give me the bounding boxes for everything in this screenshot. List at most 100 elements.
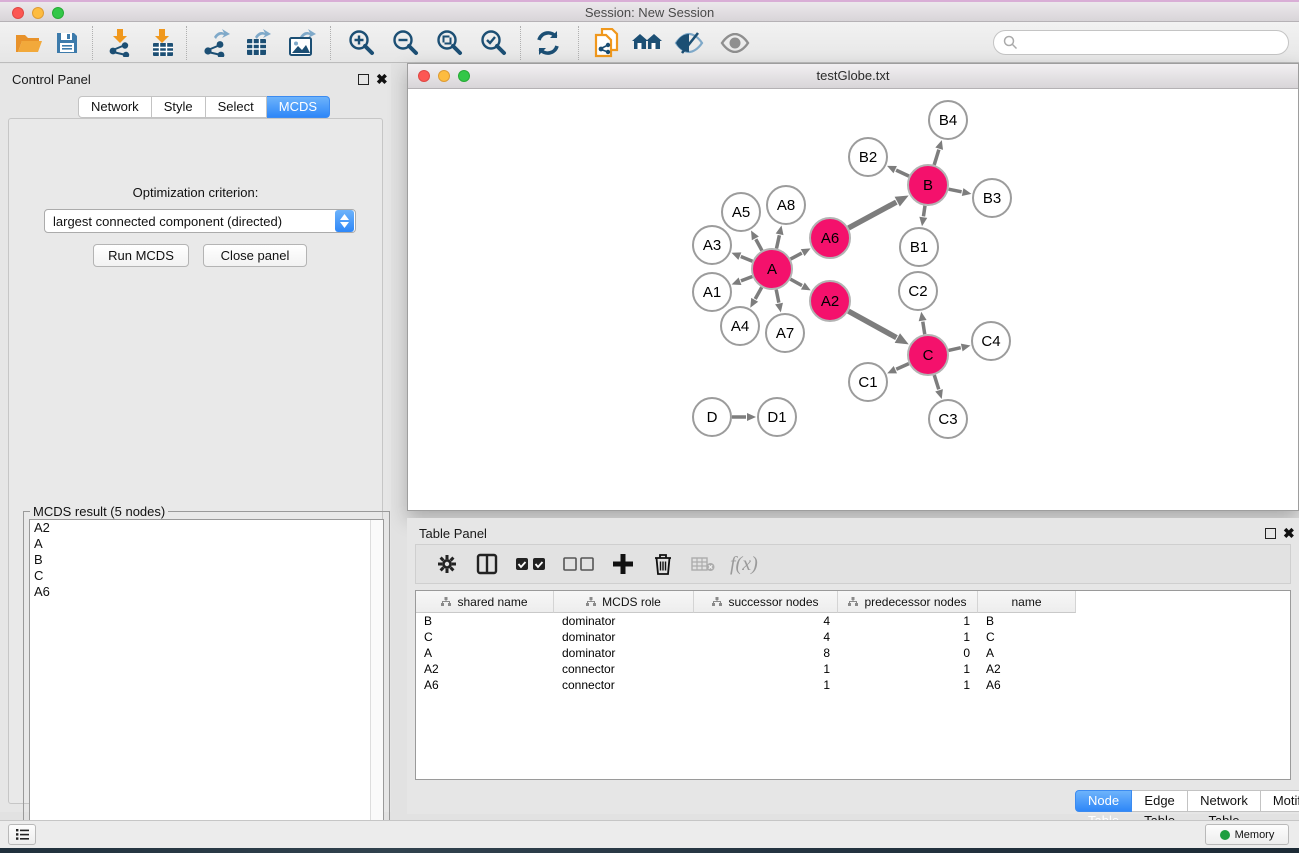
zoom-selected-icon[interactable] — [476, 26, 510, 60]
export-network-icon[interactable] — [199, 26, 233, 60]
table-row[interactable]: A6connector11A6 — [416, 677, 1290, 693]
zoom-in-icon[interactable] — [344, 26, 378, 60]
open-file-icon[interactable] — [12, 26, 46, 60]
column-header-MCDS-role[interactable]: MCDS role — [554, 591, 694, 613]
table-row[interactable]: Bdominator41B — [416, 613, 1290, 629]
edge-A-A6[interactable] — [791, 253, 802, 259]
column-header-name[interactable]: name — [978, 591, 1076, 613]
split-columns-icon[interactable] — [474, 551, 500, 577]
delete-column-icon[interactable] — [650, 551, 676, 577]
graph-node-B4[interactable]: B4 — [929, 101, 967, 139]
edge-A-A2[interactable] — [790, 279, 802, 285]
edge-B-B4[interactable] — [934, 150, 939, 165]
close-panel-button[interactable]: Close panel — [203, 244, 307, 267]
copy-network-icon[interactable] — [590, 26, 624, 60]
deselect-all-checks-icon[interactable] — [562, 551, 596, 577]
criterion-select[interactable]: largest connected component (directed) — [44, 209, 356, 233]
mcds-result-list[interactable]: A2ABCA6 — [29, 519, 384, 842]
home-view-icon[interactable] — [630, 26, 664, 60]
zoom-out-icon[interactable] — [388, 26, 422, 60]
node-table[interactable]: shared nameMCDS rolesuccessor nodesprede… — [415, 590, 1291, 780]
graph-node-A7[interactable]: A7 — [766, 314, 804, 352]
edge-A-A1[interactable] — [741, 277, 752, 281]
import-table-icon[interactable] — [145, 26, 179, 60]
graph-node-C[interactable]: C — [908, 335, 948, 375]
close-panel-icon[interactable]: ✖ — [376, 71, 388, 88]
search-input[interactable] — [993, 30, 1289, 55]
edge-C-C3[interactable] — [934, 375, 938, 389]
graph-node-D1[interactable]: D1 — [758, 398, 796, 436]
show-details-icon[interactable] — [718, 26, 752, 60]
graph-node-B2[interactable]: B2 — [849, 138, 887, 176]
column-header-predecessor-nodes[interactable]: predecessor nodes — [838, 591, 978, 613]
table-row[interactable]: Cdominator41C — [416, 629, 1290, 645]
graph-node-A2[interactable]: A2 — [810, 281, 850, 321]
network-graph-canvas[interactable]: B4B2BB3A5A8A6B1A3AC2A1A2A4A7C4CC1C3DD1 — [408, 89, 1298, 510]
graph-node-C2[interactable]: C2 — [899, 272, 937, 310]
float-panel-icon[interactable] — [358, 74, 369, 85]
table-row[interactable]: Adominator80A — [416, 645, 1290, 661]
run-mcds-button[interactable]: Run MCDS — [93, 244, 189, 267]
edge-B-B1[interactable] — [923, 206, 925, 217]
graph-node-C4[interactable]: C4 — [972, 322, 1010, 360]
result-item[interactable]: C — [30, 568, 383, 584]
edge-B-B2[interactable] — [896, 170, 909, 176]
tab-edge-table[interactable]: Edge Table — [1132, 790, 1188, 812]
export-table-icon[interactable] — [241, 26, 275, 60]
result-item[interactable]: A — [30, 536, 383, 552]
result-item[interactable]: A6 — [30, 584, 383, 600]
tab-network[interactable]: Network — [78, 96, 152, 118]
column-header-shared-name[interactable]: shared name — [416, 591, 554, 613]
table-row[interactable]: A2connector11A2 — [416, 661, 1290, 677]
graph-node-A8[interactable]: A8 — [767, 186, 805, 224]
hide-details-icon[interactable] — [672, 26, 706, 60]
tab-motifs[interactable]: Motifs — [1261, 790, 1299, 812]
float-table-panel-icon[interactable] — [1265, 528, 1276, 539]
edge-A6-B[interactable] — [848, 202, 896, 228]
result-item[interactable]: B — [30, 552, 383, 568]
settings-gear-icon[interactable] — [434, 551, 460, 577]
graph-node-A[interactable]: A — [752, 249, 792, 289]
function-builder-icon[interactable]: f(x) — [730, 553, 758, 576]
edge-A-A8[interactable] — [776, 235, 779, 248]
result-item[interactable]: A2 — [30, 520, 383, 536]
edge-A-A7[interactable] — [776, 290, 779, 303]
panel-menu-button[interactable] — [8, 824, 36, 845]
add-column-icon[interactable] — [610, 551, 636, 577]
edge-C-C1[interactable] — [896, 364, 909, 370]
delete-table-icon[interactable] — [690, 551, 716, 577]
graph-node-A5[interactable]: A5 — [722, 193, 760, 231]
memory-button[interactable]: Memory — [1205, 824, 1289, 845]
save-session-icon[interactable] — [50, 26, 84, 60]
export-image-icon[interactable] — [285, 26, 319, 60]
graph-node-A4[interactable]: A4 — [721, 307, 759, 345]
edge-A-A4[interactable] — [755, 287, 762, 299]
edge-A-A5[interactable] — [756, 239, 762, 250]
graph-node-C3[interactable]: C3 — [929, 400, 967, 438]
edge-C-C2[interactable] — [923, 322, 925, 335]
import-network-icon[interactable] — [103, 26, 137, 60]
graph-node-C1[interactable]: C1 — [849, 363, 887, 401]
edge-B-B3[interactable] — [949, 189, 962, 192]
graph-node-B[interactable]: B — [908, 165, 948, 205]
apply-layout-icon[interactable] — [531, 26, 565, 60]
edge-C-C4[interactable] — [948, 348, 960, 351]
select-all-checks-icon[interactable] — [514, 551, 548, 577]
edge-A-A3[interactable] — [741, 257, 753, 262]
network-window-titlebar[interactable]: testGlobe.txt — [408, 64, 1298, 89]
tab-select[interactable]: Select — [206, 96, 267, 118]
graph-node-B1[interactable]: B1 — [900, 228, 938, 266]
zoom-fit-icon[interactable] — [432, 26, 466, 60]
column-header-successor-nodes[interactable]: successor nodes — [694, 591, 838, 613]
graph-node-A6[interactable]: A6 — [810, 218, 850, 258]
graph-node-D[interactable]: D — [693, 398, 731, 436]
tab-network-table[interactable]: Network Table — [1188, 790, 1261, 812]
tab-node-table[interactable]: Node Table — [1075, 790, 1132, 812]
close-table-panel-icon[interactable]: ✖ — [1283, 525, 1295, 542]
result-scrollbar[interactable] — [370, 520, 383, 841]
graph-node-A1[interactable]: A1 — [693, 273, 731, 311]
tab-mcds[interactable]: MCDS — [267, 96, 330, 118]
tab-style[interactable]: Style — [152, 96, 206, 118]
graph-node-B3[interactable]: B3 — [973, 179, 1011, 217]
edge-A2-C[interactable] — [848, 311, 896, 337]
